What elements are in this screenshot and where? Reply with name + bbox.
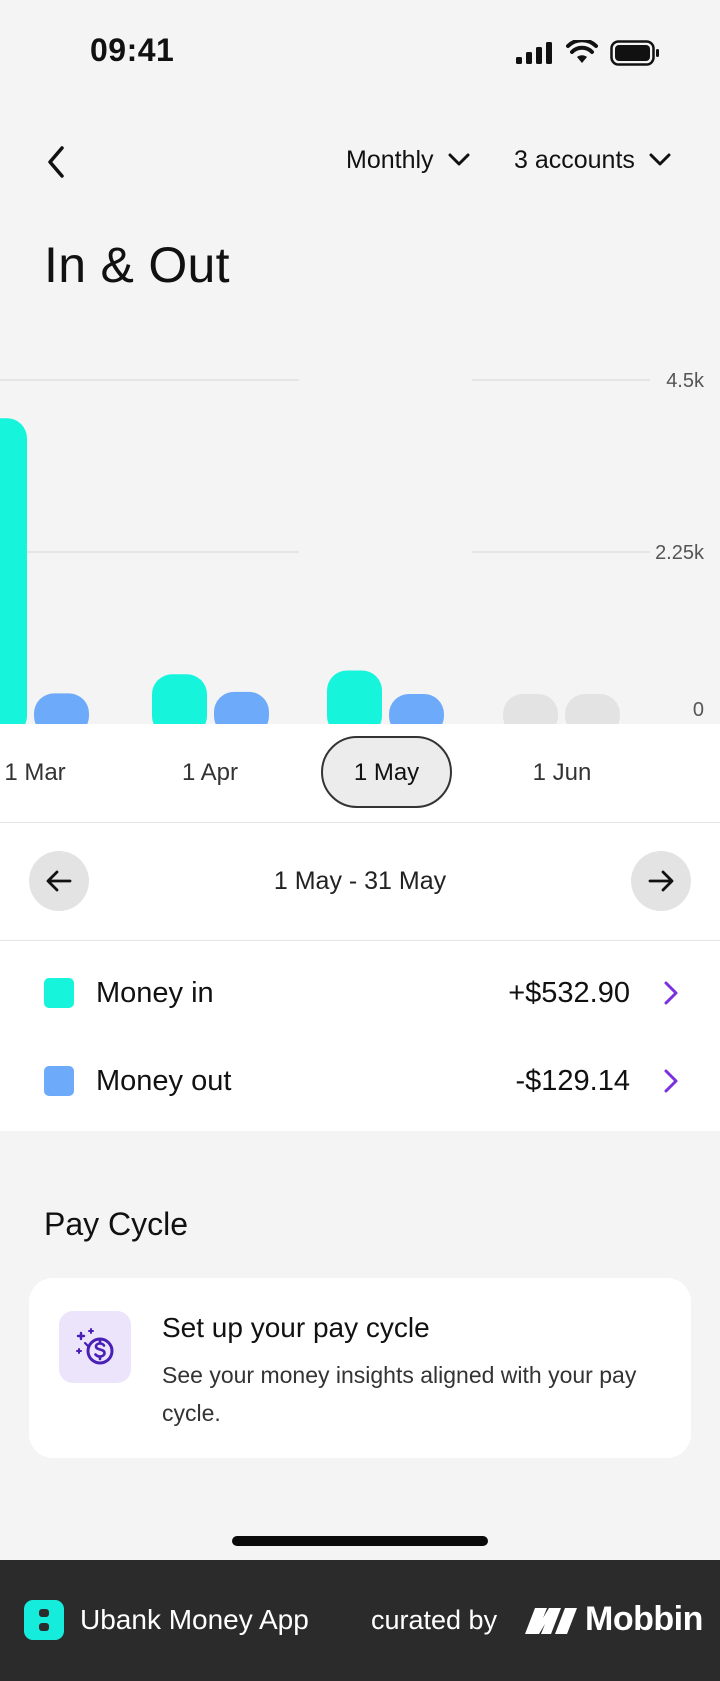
- page-title: In & Out: [44, 237, 230, 293]
- date-range-label: 1 May - 31 May: [273, 867, 447, 895]
- money-out-bar[interactable]: [214, 691, 269, 724]
- in-out-bar-chart[interactable]: 4.5k 2.25k 0: [0, 340, 720, 724]
- wifi-icon: [566, 40, 598, 63]
- money-in-bar[interactable]: [0, 418, 27, 724]
- money-out-value: -$129.14: [515, 1064, 631, 1097]
- pay-cycle-card[interactable]: Set up your pay cycle See your money ins…: [29, 1278, 691, 1458]
- pay-cycle-heading: Pay Cycle: [44, 1206, 189, 1242]
- pay-cycle-icon-box: [59, 1311, 131, 1383]
- money-in-bar[interactable]: [503, 694, 558, 724]
- month-tab-jun[interactable]: 1 Jun: [512, 724, 612, 822]
- money-summary: Money in +$532.90 Money out -$129.14: [0, 941, 720, 1131]
- y-axis-tick-label: 2.25k: [655, 542, 705, 564]
- month-tab-may[interactable]: 1 May: [321, 736, 452, 808]
- home-indicator: [232, 1536, 488, 1546]
- footer-app-name: Ubank Money App: [80, 1604, 309, 1635]
- date-range-navigator: 1 May - 31 May: [0, 823, 720, 940]
- footer-banner: Ubank Money App curated by Mobbin: [0, 1560, 720, 1681]
- footer-curated-by: curated by: [371, 1605, 498, 1635]
- ubank-logo-icon: [24, 1600, 64, 1640]
- money-in-swatch: [44, 978, 74, 1008]
- accounts-dropdown[interactable]: 3 accounts: [514, 142, 671, 178]
- next-period-button[interactable]: [631, 851, 691, 911]
- chevron-right-icon: [664, 981, 678, 1005]
- money-in-label: Money in: [96, 976, 214, 1009]
- money-out-bar[interactable]: [389, 694, 444, 724]
- arrow-right-icon: [648, 870, 674, 892]
- money-out-label: Money out: [96, 1064, 232, 1097]
- y-axis-tick-label: 4.5k: [666, 370, 705, 392]
- chevron-down-icon: [649, 153, 671, 166]
- back-chevron-icon[interactable]: [38, 142, 74, 182]
- previous-period-button[interactable]: [29, 851, 89, 911]
- money-in-row[interactable]: Money in +$532.90: [0, 949, 720, 1037]
- money-in-value: +$532.90: [508, 976, 630, 1009]
- money-out-swatch: [44, 1066, 74, 1096]
- arrow-left-icon: [46, 870, 72, 892]
- chevron-down-icon: [448, 153, 470, 166]
- money-out-bar[interactable]: [565, 694, 620, 724]
- pay-cycle-card-title: Set up your pay cycle: [162, 1312, 430, 1343]
- selected-column-highlight: [299, 340, 472, 724]
- period-label: Monthly: [346, 145, 434, 174]
- money-in-bar[interactable]: [152, 674, 207, 724]
- pay-cycle-card-description: See your money insights aligned with you…: [162, 1362, 637, 1426]
- month-tab-apr[interactable]: 1 Apr: [160, 724, 260, 822]
- status-time: 09:41: [90, 32, 175, 68]
- period-dropdown[interactable]: Monthly: [346, 142, 470, 178]
- accounts-label: 3 accounts: [514, 145, 635, 174]
- chevron-right-icon: [664, 1069, 678, 1093]
- battery-icon: [610, 40, 659, 66]
- footer-brand-name: Mobbin: [585, 1600, 703, 1638]
- dollar-sparkle-icon: [76, 1328, 114, 1365]
- money-out-row[interactable]: Money out -$129.14: [0, 1037, 720, 1125]
- mobbin-logo-icon: [525, 1608, 577, 1634]
- cellular-signal-icon: [516, 42, 552, 64]
- money-in-bar[interactable]: [327, 670, 382, 724]
- month-tab-mar[interactable]: 1 Mar: [0, 724, 70, 822]
- y-axis-tick-label: 0: [693, 699, 704, 721]
- month-selector[interactable]: 1 Mar 1 Apr 1 May 1 Jun: [0, 724, 720, 822]
- money-out-bar[interactable]: [34, 693, 89, 724]
